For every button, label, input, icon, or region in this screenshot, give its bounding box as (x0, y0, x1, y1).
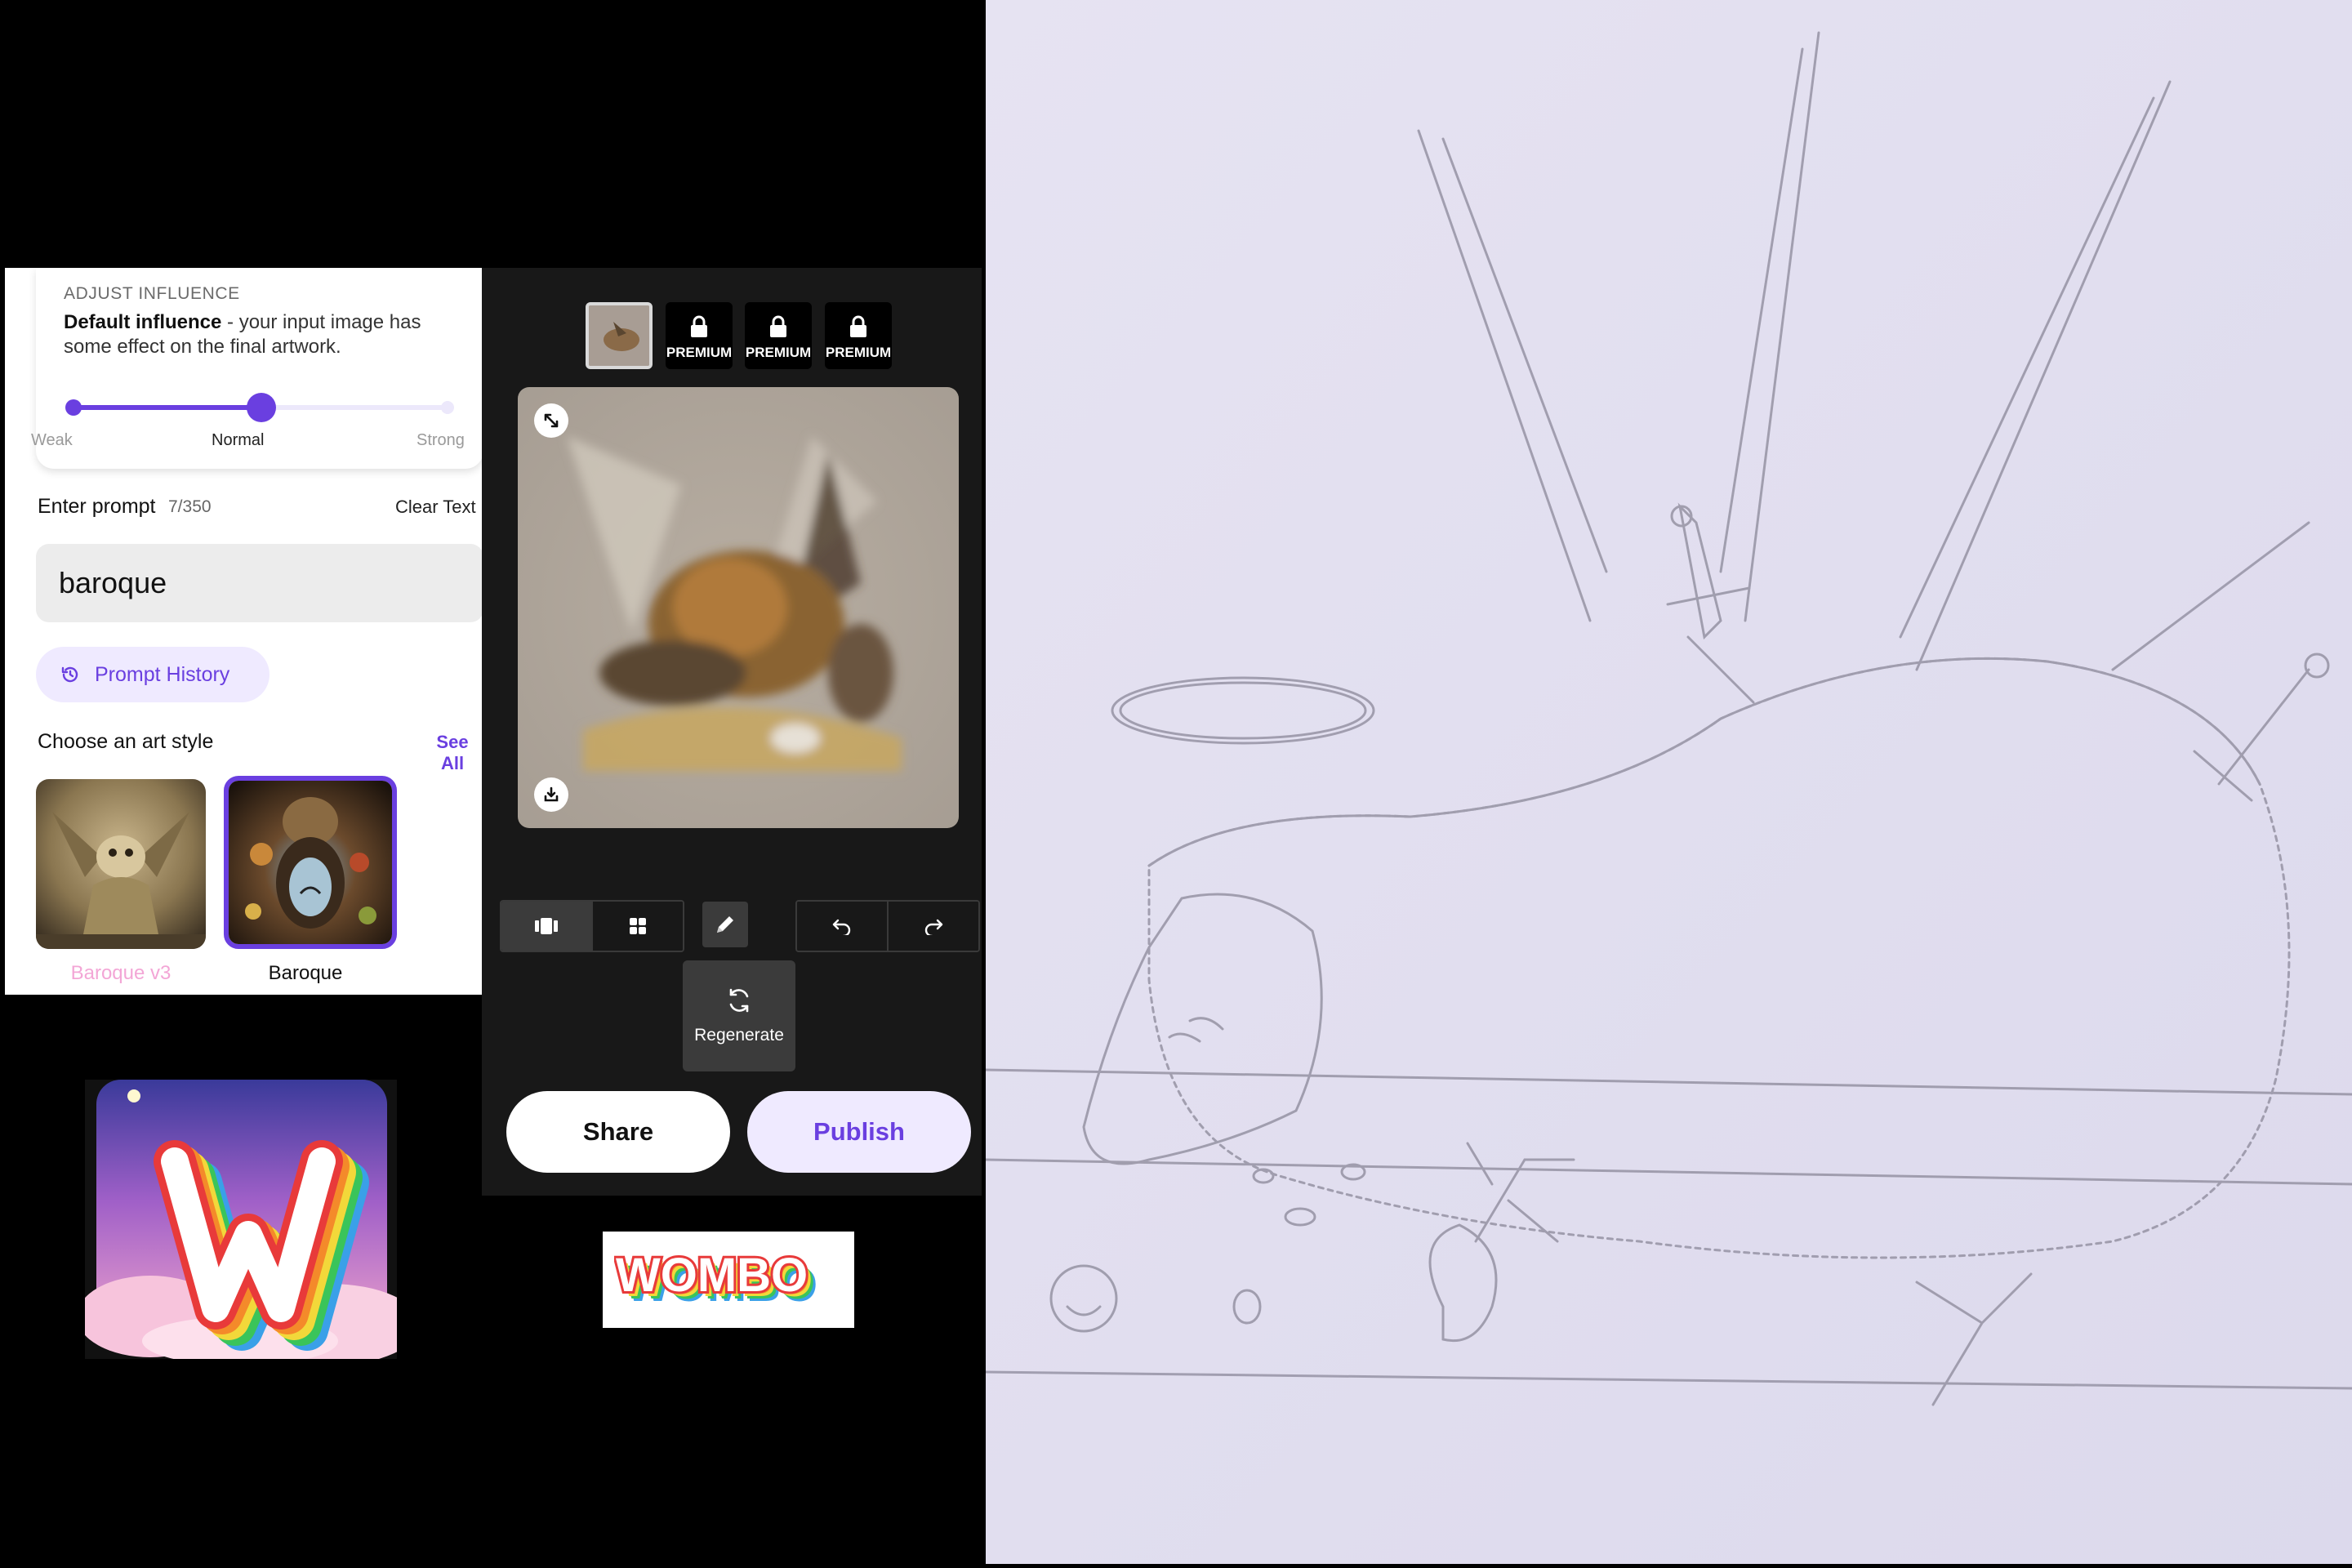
influence-heading: ADJUST INFLUENCE (64, 284, 240, 303)
style-tile-baroque-v3[interactable] (36, 779, 206, 949)
tick-normal[interactable]: Normal (212, 431, 264, 450)
sketch-image (984, 0, 2352, 1564)
editor-panel: PREMIUM PREMIUM PREMIUM Regenerate Share… (482, 268, 982, 1196)
prompt-char-count: 7/350 (168, 497, 212, 516)
expand-button[interactable] (534, 403, 568, 438)
variant-thumbnail-4-locked[interactable]: PREMIUM (825, 302, 892, 369)
slider-min-dot (65, 399, 82, 416)
single-view-icon (535, 918, 558, 934)
svg-text:WOMBO: WOMBO (616, 1249, 808, 1302)
slider-fill (74, 405, 261, 410)
pencil-sketch-photo (984, 0, 2352, 1564)
lock-icon (691, 315, 707, 337)
download-icon (544, 786, 559, 802)
regenerate-label: Regenerate (694, 1026, 784, 1045)
share-button[interactable]: Share (506, 1091, 730, 1173)
redo-icon (924, 919, 943, 935)
regenerate-button[interactable]: Regenerate (683, 960, 795, 1071)
tick-strong[interactable]: Strong (416, 431, 465, 450)
premium-label: PREMIUM (666, 345, 733, 360)
prompt-history-button[interactable]: Prompt History (36, 647, 270, 702)
see-all-styles-button[interactable]: See All (423, 732, 482, 774)
style-name-baroque-v3: Baroque v3 (70, 962, 172, 984)
variant-thumbnail-1[interactable] (586, 302, 653, 369)
grid-view-button[interactable] (591, 902, 683, 951)
slider-thumb[interactable] (247, 393, 276, 422)
prompt-label: Enter prompt (38, 495, 156, 518)
lock-icon (770, 315, 786, 337)
clear-text-button[interactable]: Clear Text (395, 497, 476, 518)
influence-slider[interactable] (65, 390, 454, 423)
wombo-wordmark-logo-icon: WOMBO WOMBO WOMBO WOMBO WOMBO WOMBO (614, 1247, 817, 1312)
refresh-icon (729, 988, 749, 1013)
history-icon (61, 666, 78, 683)
view-mode-toggle (500, 900, 684, 952)
publish-button[interactable]: Publish (747, 1091, 971, 1173)
wombo-app-icon (77, 1080, 420, 1365)
baroque-thumbnail (229, 781, 392, 944)
wombo-wordmark: WOMBO WOMBO WOMBO WOMBO WOMBO WOMBO (603, 1232, 854, 1328)
premium-label: PREMIUM (825, 345, 892, 360)
tick-weak[interactable]: Weak (31, 431, 73, 450)
art-style-heading: Choose an art style (38, 730, 214, 753)
influence-card: ADJUST INFLUENCE Default influence - you… (31, 268, 483, 469)
undo-button[interactable] (797, 902, 887, 951)
influence-description: Default influence - your input image has… (64, 310, 472, 359)
slider-max-dot (441, 401, 454, 414)
generated-artwork (518, 387, 959, 828)
premium-label: PREMIUM (745, 345, 812, 360)
edit-button[interactable] (702, 902, 748, 947)
expand-icon (544, 413, 559, 428)
prompt-input[interactable] (36, 544, 483, 622)
lock-icon (850, 315, 866, 337)
influence-mode: Default influence (64, 311, 222, 333)
pencil-icon (717, 916, 733, 933)
single-view-button[interactable] (501, 902, 591, 951)
wombo-w-logo-icon (77, 1080, 420, 1365)
baroque-v3-thumbnail (36, 779, 206, 949)
artwork-image (518, 387, 959, 828)
history-controls (795, 900, 980, 952)
style-tile-baroque[interactable] (224, 776, 397, 949)
variant-thumbnail-3-locked[interactable]: PREMIUM (745, 302, 812, 369)
grid-view-icon (630, 918, 646, 934)
variant-1-image (589, 305, 649, 366)
style-name-baroque: Baroque (268, 962, 343, 984)
variant-thumbnail-2-locked[interactable]: PREMIUM (666, 302, 733, 369)
prompt-history-label: Prompt History (95, 662, 230, 686)
redo-button[interactable] (887, 902, 978, 951)
undo-icon (832, 919, 851, 935)
settings-panel: ADJUST INFLUENCE Default influence - you… (5, 268, 483, 995)
download-button[interactable] (534, 777, 568, 812)
